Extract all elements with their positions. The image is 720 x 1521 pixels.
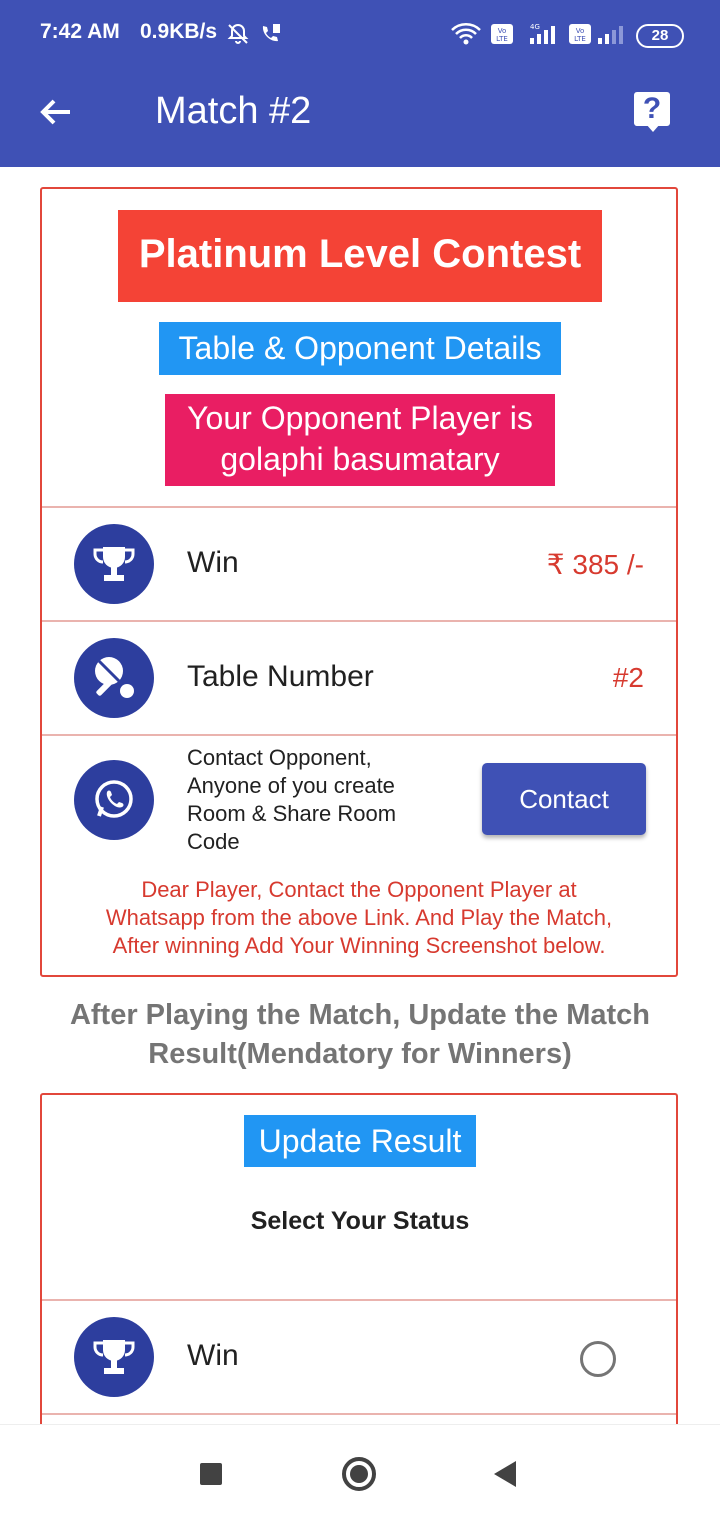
note-line: After winning Add Your Winning Screensho… (112, 933, 606, 958)
contest-level-badge: Platinum Level Contest (118, 210, 602, 302)
contest-details-card: Platinum Level Contest Table & Opponent … (40, 187, 678, 977)
contact-line: Room & Share Room (187, 801, 397, 826)
svg-text:Vo: Vo (498, 27, 507, 35)
status-bar: 7:42 AM 0.9KB/s Vo LTE 4G Vo LTE 28 (0, 0, 720, 70)
battery-icon: 28 (636, 24, 684, 48)
back-button[interactable] (36, 92, 76, 132)
home-button[interactable] (342, 1457, 376, 1491)
note-line: Whatsapp from the above Link. And Play t… (105, 905, 613, 930)
svg-text:4G: 4G (530, 23, 540, 31)
app-bar: 7:42 AM 0.9KB/s Vo LTE 4G Vo LTE 28 Match … (0, 0, 720, 167)
contact-instructions: Contact Opponent, Anyone of you create R… (187, 744, 447, 856)
contact-line: Code (187, 829, 240, 854)
signal-icon (594, 22, 628, 46)
wifi-icon (450, 22, 482, 46)
contact-line: Anyone of you create (187, 773, 395, 798)
note-line: Dear Player, Contact the Opponent Player… (141, 877, 577, 902)
opponent-badge: Your Opponent Player is golaphi basumata… (165, 394, 555, 486)
win-radio-button[interactable] (580, 1341, 616, 1377)
update-instructions: After Playing the Match, Update the Matc… (40, 996, 680, 1074)
opponent-name: golaphi basumatary (220, 441, 500, 477)
svg-text:Vo: Vo (576, 27, 585, 35)
signal-4g-icon: 4G (522, 22, 562, 46)
table-number-value: #2 (612, 662, 644, 693)
update-result-card: Update Result Select Your Status Win (40, 1093, 678, 1433)
recents-button[interactable] (200, 1463, 222, 1485)
svg-text:LTE: LTE (496, 35, 508, 43)
contact-row: Contact Opponent, Anyone of you create R… (42, 734, 676, 979)
volte-icon-2: Vo LTE (568, 22, 592, 46)
update-instructions-line: After Playing the Match, Update the Matc… (69, 999, 651, 1031)
status-time: 7:42 AM (40, 20, 120, 43)
nav-back-button[interactable] (494, 1461, 516, 1487)
contact-note: Dear Player, Contact the Opponent Player… (62, 876, 656, 960)
status-option-win[interactable]: Win (42, 1299, 676, 1415)
status-net-speed: 0.9KB/s (140, 20, 218, 43)
details-heading: Table & Opponent Details (159, 322, 561, 375)
select-status-label: Select Your Status (250, 1207, 470, 1235)
update-result-heading: Update Result (244, 1115, 476, 1167)
trophy-icon (74, 1317, 154, 1397)
svg-text:LTE: LTE (574, 35, 586, 43)
mute-notification-icon (226, 22, 250, 46)
volte-icon: Vo LTE (490, 22, 514, 46)
contact-button[interactable]: Contact (482, 763, 646, 835)
table-number-label: Table Number (187, 660, 374, 693)
help-button[interactable]: ? (634, 92, 670, 132)
back-arrow-icon (40, 99, 70, 125)
table-tennis-icon (74, 638, 154, 718)
page-title: Match #2 (155, 90, 312, 132)
opponent-label: Your Opponent Player is (187, 400, 533, 436)
win-amount: ₹ 385 /- (546, 549, 644, 580)
update-instructions-line: Result(Mendatory for Winners) (148, 1038, 572, 1070)
table-number-row: Table Number #2 (42, 620, 676, 736)
win-label: Win (187, 546, 239, 579)
trophy-icon (74, 524, 154, 604)
whatsapp-icon (74, 760, 154, 840)
win-option-label: Win (187, 1339, 239, 1372)
system-navigation-bar (0, 1424, 720, 1521)
win-amount-row: Win ₹ 385 /- (42, 506, 676, 622)
contact-line: Contact Opponent, (187, 745, 372, 770)
call-icon (258, 22, 282, 46)
